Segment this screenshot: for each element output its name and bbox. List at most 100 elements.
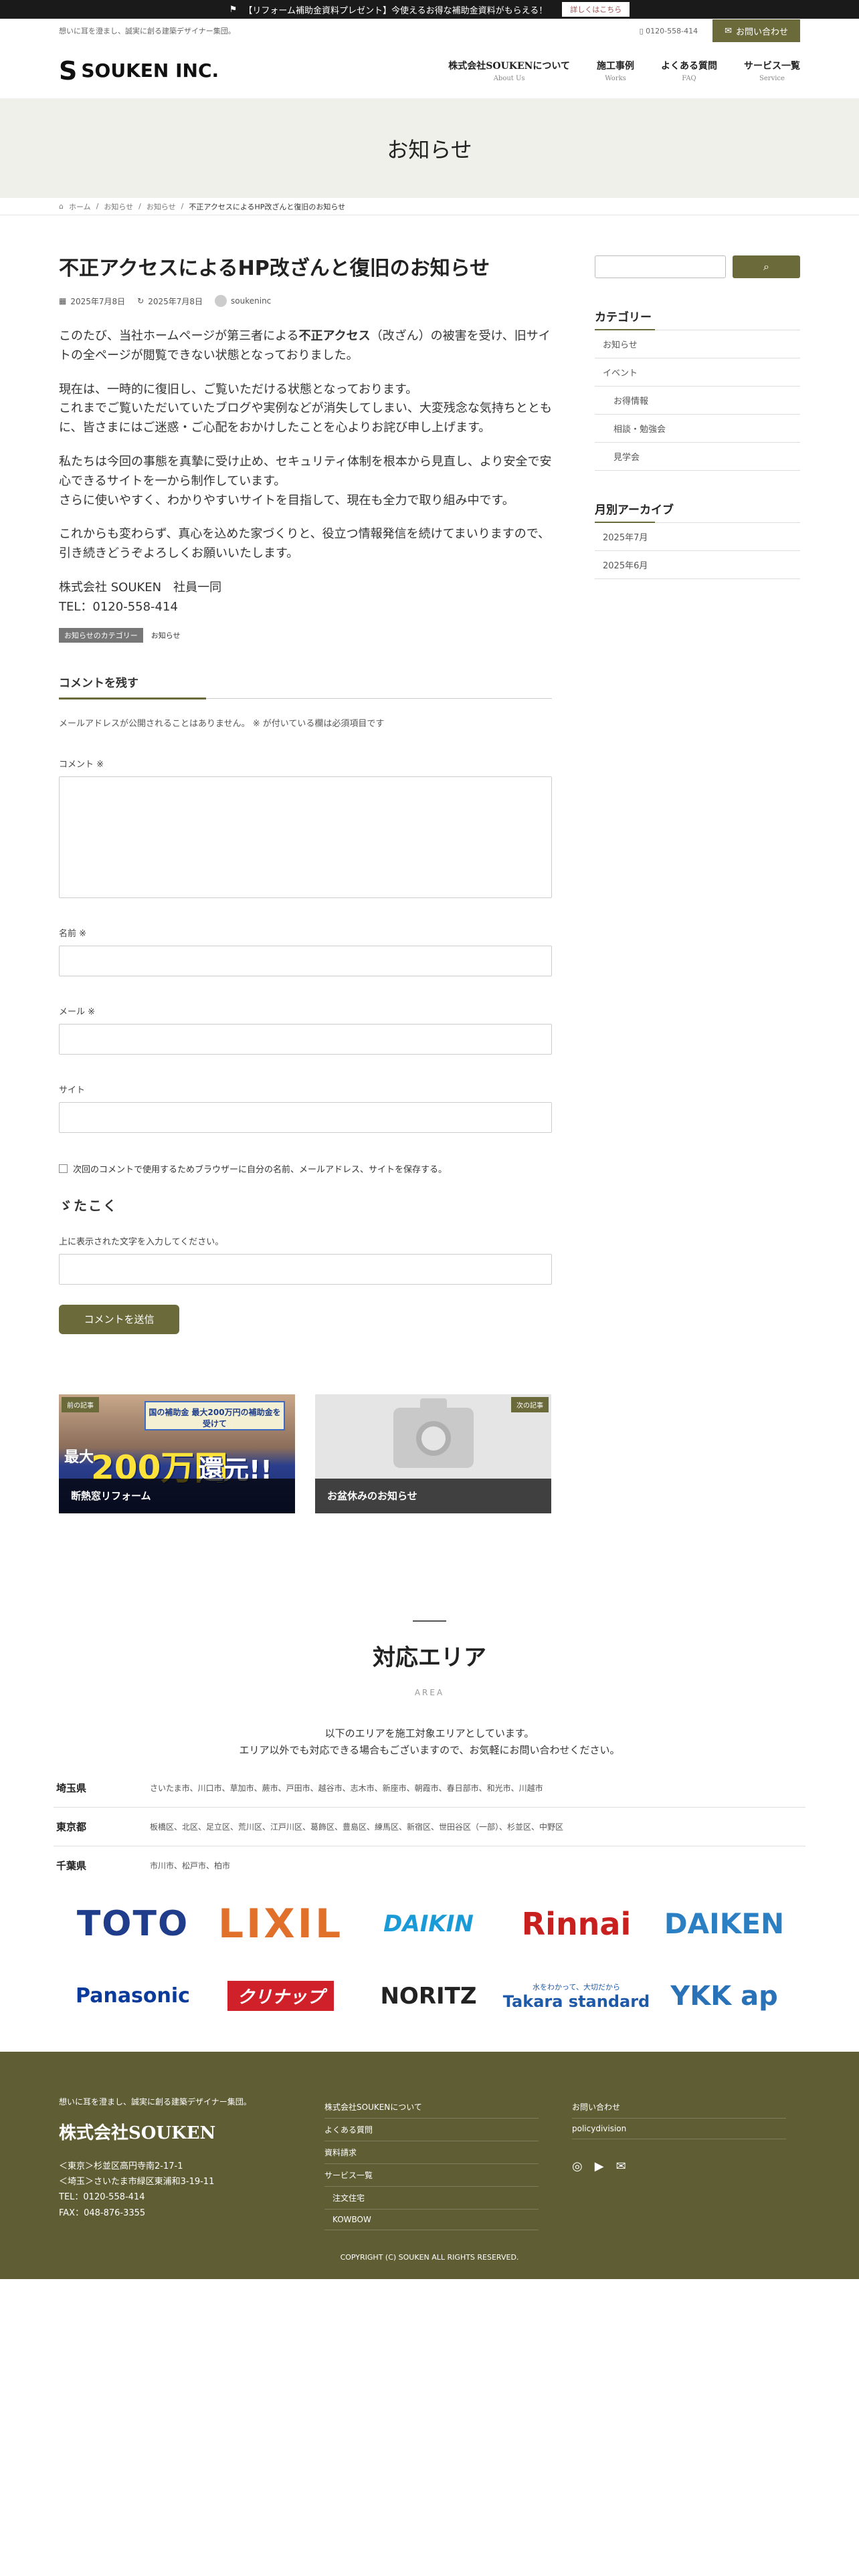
category-subitem[interactable]: お得情報 bbox=[595, 387, 800, 415]
nav-label: 株式会社SOUKENについて bbox=[448, 61, 570, 72]
text: 現在は、一時的に復旧し、ご覧いただける状態となっております。 bbox=[59, 382, 418, 397]
archive-item[interactable]: 2025年7月 bbox=[595, 523, 800, 551]
comment-note: メールアドレスが公開されることはありません。 ※ が付いている欄は必須項目です bbox=[59, 718, 385, 729]
breadcrumb-sep: / bbox=[138, 202, 141, 211]
nav-item-about[interactable]: 株式会社SOUKENについて About Us bbox=[448, 59, 570, 82]
prev-post-card[interactable]: 前の記事 国の補助金 最大200万円の補助金を受けて 最大 200万円 還元!!… bbox=[59, 1394, 295, 1513]
breadcrumb-home[interactable]: ホーム bbox=[69, 201, 91, 212]
captcha-image: ゞたこく bbox=[59, 1197, 118, 1214]
noritz-logo: NORITZ bbox=[380, 1982, 477, 2010]
footer-link[interactable]: 資料請求 bbox=[324, 2141, 539, 2164]
save-info-checkbox[interactable]: 次回のコメントで使用するためブラウザーに自分の名前、メールアドレス、サイトを保存… bbox=[59, 1162, 552, 1175]
youtube-icon[interactable]: ▶ bbox=[595, 2159, 604, 2173]
utility-tagline: 想いに耳を澄まし、誠実に創る建築デザイナー集団。 bbox=[59, 27, 235, 35]
site-footer: 想いに耳を澄まし、誠実に創る建築デザイナー集団。 株式会社SOUKEN ＜東京＞… bbox=[0, 2051, 859, 2279]
post-author[interactable]: soukeninc bbox=[215, 295, 271, 307]
daiken-logo: DAIKEN bbox=[664, 1907, 785, 1941]
comment-submit-button[interactable]: コメントを送信 bbox=[59, 1304, 179, 1334]
takara-logo: 水をわかって、大切だから Takara standard bbox=[502, 1982, 650, 2011]
comment-label: コメント ※ bbox=[59, 759, 104, 770]
breadcrumb-news[interactable]: お知らせ bbox=[104, 201, 133, 212]
text: 以下のエリアを施工対象エリアとしています。 bbox=[324, 1727, 535, 1739]
sidebar: ⌕ カテゴリー お知らせ イベント お得情報 相談・勉強会 見学会 月別アーカイ… bbox=[595, 255, 800, 1513]
footer-link[interactable]: サービス一覧 bbox=[324, 2164, 539, 2187]
email-field[interactable] bbox=[59, 1023, 552, 1055]
region-row: 東京都 板橋区、北区、足立区、荒川区、江戸川区、葛飾区、豊島区、練馬区、新宿区、世… bbox=[54, 1808, 805, 1846]
nav-item-faq[interactable]: よくある質問 FAQ bbox=[661, 59, 717, 82]
rinnai-logo: Rinnai bbox=[521, 1905, 632, 1942]
search-button[interactable]: ⌕ bbox=[733, 255, 800, 278]
daikin-logo: DAIKIN bbox=[383, 1910, 474, 1937]
partner-logos: TOTO LIXIL DAIKIN Rinnai DAIKEN Panasoni… bbox=[0, 1898, 859, 2022]
calendar-icon: ▦ bbox=[59, 296, 67, 306]
header-contact-button[interactable]: ✉ お問い合わせ bbox=[712, 19, 800, 42]
footer-tagline: 想いに耳を澄まし、誠実に創る建築デザイナー集団。 bbox=[59, 2097, 252, 2107]
phone-link[interactable]: ▯ 0120-558-414 bbox=[640, 27, 698, 35]
text: さらに使いやすく、わかりやすいサイトを目指して、現在も全力で取り組み中です。 bbox=[59, 493, 514, 508]
published-text: 2025年7月8日 bbox=[70, 296, 126, 306]
paragraph: 現在は、一時的に復旧し、ご覧いただける状態となっております。 これまでご覧いただい… bbox=[59, 381, 552, 438]
archive-item[interactable]: 2025年6月 bbox=[595, 551, 800, 579]
nav-sublabel: FAQ bbox=[682, 75, 696, 82]
search-input[interactable] bbox=[595, 255, 726, 278]
mail-icon[interactable]: ✉ bbox=[616, 2159, 626, 2173]
nav-item-service[interactable]: サービス一覧 Service bbox=[744, 59, 800, 82]
category-link[interactable]: お知らせ bbox=[151, 630, 181, 641]
paragraph: 私たちは今回の事態を真摯に受け止め、セキュリティ体制を根本から見直し、より安全で… bbox=[59, 453, 552, 510]
category-subitem[interactable]: 見学会 bbox=[595, 443, 800, 471]
service-area-section: 対応エリア AREA 以下のエリアを施工対象エリアとしています。エリア以外でも対… bbox=[0, 1620, 859, 1759]
nav-label: よくある質問 bbox=[661, 61, 717, 72]
category-item[interactable]: イベント bbox=[595, 358, 800, 387]
area-title: 対応エリア bbox=[373, 1644, 486, 1671]
mail-icon: ✉ bbox=[725, 25, 732, 36]
paragraph: これからも変わらず、真心を込めた家づくりと、役立つ情報発信を続けてまいりますので… bbox=[59, 527, 551, 561]
category-subitem[interactable]: 相談・勉強会 bbox=[595, 415, 800, 443]
comment-heading: コメントを残す bbox=[59, 673, 552, 700]
area-subtitle: AREA bbox=[414, 1687, 445, 1697]
comment-textarea[interactable] bbox=[59, 776, 552, 898]
signature: 株式会社 SOUKEN 社員一同 TEL：0120-558-414 bbox=[59, 578, 552, 617]
text: TEL：0120-558-414 bbox=[59, 599, 178, 614]
prev-badge: 前の記事 bbox=[62, 1396, 99, 1412]
instagram-icon[interactable]: ◎ bbox=[572, 2159, 583, 2173]
site-header: S SOUKEN INC. 株式会社SOUKENについて About Us 施工事例… bbox=[0, 43, 859, 99]
next-post-card[interactable]: 次の記事 お盆休みのお知らせ bbox=[315, 1394, 551, 1513]
footer-contact-link[interactable]: お問い合わせ bbox=[572, 2096, 786, 2119]
footer-link[interactable]: 株式会社SOUKENについて bbox=[324, 2096, 539, 2119]
phone-icon: ▯ bbox=[639, 26, 644, 35]
nav-item-works[interactable]: 施工事例 Works bbox=[597, 59, 634, 82]
next-post-title: お盆休みのお知らせ bbox=[315, 1478, 551, 1513]
camera-placeholder-icon bbox=[393, 1398, 474, 1468]
text: 株式会社 SOUKEN 社員一同 bbox=[59, 580, 222, 595]
updated-text: 2025年7月8日 bbox=[148, 296, 203, 306]
promo-more-button[interactable]: 詳しくはこちら bbox=[562, 2, 630, 17]
category-item[interactable]: お知らせ bbox=[595, 330, 800, 358]
footer-link[interactable]: よくある質問 bbox=[324, 2119, 539, 2141]
text: エリア以外でも対応できる場合もございますので、お気軽にお問い合わせください。 bbox=[239, 1744, 620, 1757]
region-row: 千葉県 市川市、松戸市、柏市 bbox=[54, 1846, 805, 1885]
footer-sublink[interactable]: KOWBOW bbox=[324, 2210, 539, 2230]
footer-sublink[interactable]: 注文住宅 bbox=[324, 2187, 539, 2210]
category-widget-title: カテゴリー bbox=[595, 308, 800, 330]
region-cities: 市川市、松戸市、柏市 bbox=[150, 1860, 231, 1870]
footer-company-name: 株式会社SOUKEN bbox=[59, 2123, 216, 2143]
page-hero: お知らせ bbox=[0, 99, 859, 198]
footer-address: ＜東京＞杉並区高円寺南2-17-1 ＜埼玉＞さいたま市緑区東浦和3-19-11 … bbox=[59, 2159, 324, 2222]
footer-policy-link[interactable]: policydivision bbox=[572, 2119, 786, 2139]
updated-date: ↻ 2025年7月8日 bbox=[137, 296, 203, 307]
name-field[interactable] bbox=[59, 945, 552, 976]
site-logo[interactable]: S SOUKEN INC. bbox=[59, 58, 219, 84]
breadcrumb-news-2[interactable]: お知らせ bbox=[147, 201, 176, 212]
text: 私たちは今回の事態を真摯に受け止め、セキュリティ体制を根本から見直し、より安全で… bbox=[59, 454, 552, 488]
copyright: COPYRIGHT (C) SOUKEN ALL RIGHTS RESERVED… bbox=[340, 2252, 519, 2262]
footer-tel: TEL：0120-558-414 bbox=[59, 2192, 145, 2203]
captcha-field[interactable] bbox=[59, 1253, 552, 1285]
bold-text: 不正アクセス bbox=[298, 329, 371, 343]
lixil-logo: LIXIL bbox=[217, 1900, 344, 1947]
logo-text: SOUKEN INC. bbox=[81, 60, 219, 82]
archive-widget-title: 月別アーカイブ bbox=[595, 500, 800, 523]
cleanup-logo: クリナップ bbox=[207, 1970, 355, 2022]
site-field[interactable] bbox=[59, 1101, 552, 1133]
paragraph: このたび、当社ホームページが第三者による不正アクセス（改ざん）の被害を受け、旧サ… bbox=[59, 327, 552, 366]
checkbox-box[interactable] bbox=[59, 1164, 68, 1173]
